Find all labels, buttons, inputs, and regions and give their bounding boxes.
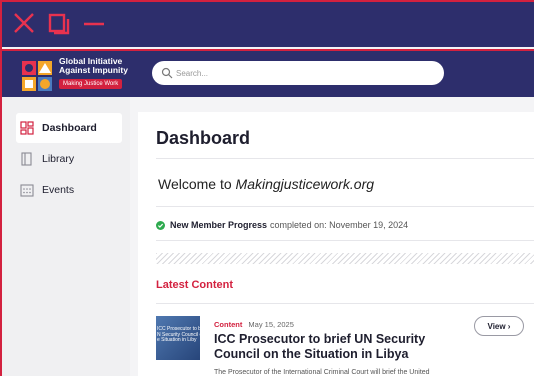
sidebar: Dashboard Library Events [2, 97, 130, 376]
content-meta: Content May 15, 2025 [214, 320, 294, 329]
welcome-prefix: Welcome to [158, 176, 236, 192]
search-icon [161, 67, 173, 79]
divider [156, 158, 534, 159]
latest-content-heading: Latest Content [156, 279, 233, 291]
check-circle-icon [156, 220, 165, 230]
sidebar-item-label: Library [42, 153, 75, 165]
welcome-message: Welcome to Makingjusticework.org [158, 176, 374, 192]
divider [156, 206, 534, 207]
sidebar-item-label: Events [42, 184, 75, 196]
dashboard-icon [20, 121, 34, 135]
brand-name-line2: Against Impunity [59, 65, 128, 75]
minimize-window-icon[interactable] [82, 12, 106, 36]
sidebar-item-dashboard[interactable]: Dashboard [16, 113, 122, 143]
app-header: Global Initiative Against Impunity Makin… [2, 49, 534, 97]
sidebar-item-label: Dashboard [42, 122, 97, 134]
progress-completed-text: completed on: November 19, 2024 [270, 220, 409, 230]
page-title: Dashboard [156, 128, 251, 148]
window-title-bar [2, 2, 534, 47]
progress-placeholder-bar [156, 253, 534, 264]
maximize-window-icon[interactable] [47, 12, 71, 36]
view-button[interactable]: View › [474, 316, 524, 336]
divider [156, 303, 534, 304]
progress-label: New Member Progress [170, 220, 268, 230]
thumbnail-text: ICC Prosecutor to bri [157, 326, 200, 332]
search-bar[interactable] [152, 61, 444, 85]
content-thumbnail[interactable]: ICC Prosecutor to bri N Security Council… [156, 316, 200, 360]
content-date: May 15, 2025 [248, 320, 294, 329]
calendar-icon [20, 184, 34, 197]
content-title[interactable]: ICC Prosecutor to brief UN Security Coun… [214, 332, 472, 362]
divider [156, 240, 534, 241]
main-content: Dashboard Welcome to Makingjusticework.o… [138, 112, 534, 376]
content-description: The Prosecutor of the International Crim… [214, 369, 430, 376]
welcome-site-name: Makingjusticework.org [235, 176, 375, 192]
member-progress-status: New Member Progress completed on: Novemb… [156, 220, 408, 230]
organization-logo-icon [22, 61, 52, 91]
sidebar-item-events[interactable]: Events [16, 175, 122, 205]
thumbnail-text: e Situation in Liby [157, 337, 197, 343]
brand-tagline-badge: Making Justice Work [59, 79, 123, 89]
library-icon [21, 152, 32, 166]
sidebar-item-library[interactable]: Library [16, 144, 122, 174]
search-input[interactable] [176, 65, 426, 81]
close-window-icon[interactable] [12, 11, 36, 35]
content-type-tag: Content [214, 320, 243, 329]
